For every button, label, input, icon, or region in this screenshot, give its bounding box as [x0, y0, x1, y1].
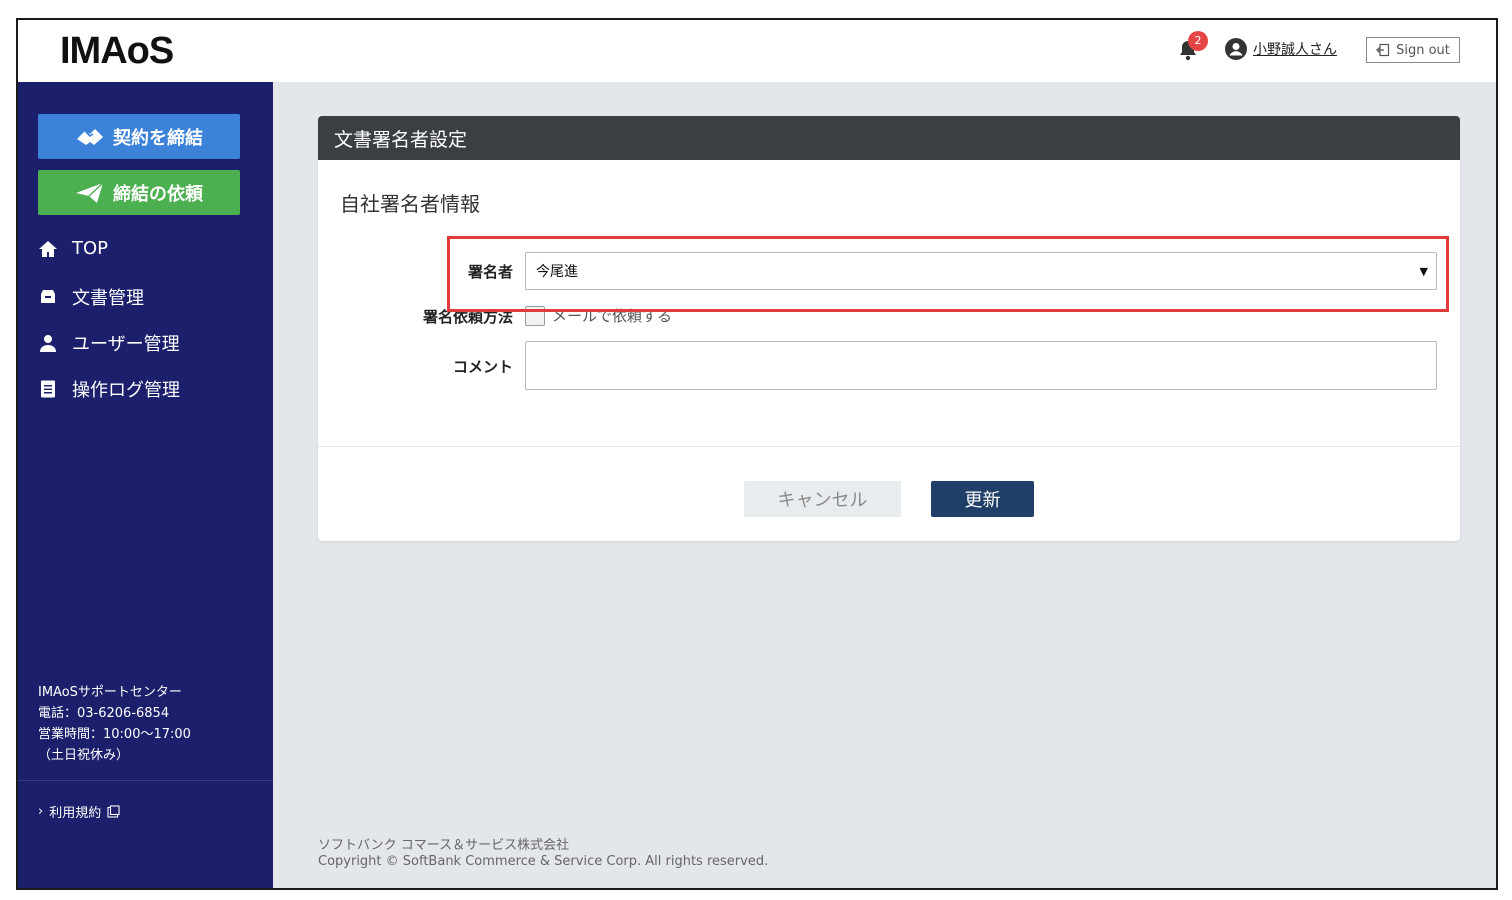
support-holiday: （土日祝休み） [38, 748, 130, 763]
sidebar-divider [18, 780, 273, 781]
external-link-icon [107, 805, 120, 818]
request-button[interactable]: 締結の依頼 [38, 170, 240, 215]
signout-label: Sign out [1396, 42, 1450, 58]
support-phone: 電話：03-6206-6854 [38, 706, 170, 721]
comment-label: コメント [452, 358, 513, 376]
signout-icon [1376, 43, 1390, 57]
card-header: 文書署名者設定 [318, 116, 1460, 160]
archive-icon [41, 290, 55, 303]
card-title: 文書署名者設定 [334, 128, 468, 151]
sidebar-item-label: TOP [72, 238, 109, 259]
terms-link[interactable]: › 利用規約 [38, 802, 120, 821]
sidebar-item-label: 文書管理 [72, 288, 144, 309]
sidebar-item-users[interactable]: ユーザー管理 [38, 330, 180, 356]
app-frame: IMAoS 2 小野誠人さん Sign out 契約を締結 締結の依頼 TOP … [16, 18, 1498, 890]
user-name-link[interactable]: 小野誠人さん [1253, 39, 1337, 59]
request-button-label: 締結の依頼 [113, 183, 203, 205]
user-icon [40, 335, 56, 352]
sidebar-item-top[interactable]: TOP [38, 238, 108, 259]
card-divider [318, 446, 1460, 447]
signer-settings-card: 文書署名者設定 自社署名者情報 署名者 今尾進 ▼ 署名依頼方法 メールで依頼す… [318, 116, 1460, 541]
sidebar-item-logs[interactable]: 操作ログ管理 [38, 376, 180, 402]
page-footer: ソフトバンク コマース＆サービス株式会社 Copyright © SoftBan… [318, 838, 768, 870]
footer-copyright: Copyright © SoftBank Commerce & Service … [318, 854, 769, 869]
sidebar-item-label: 操作ログ管理 [72, 380, 180, 401]
update-button[interactable]: 更新 [931, 481, 1034, 517]
footer-company: ソフトバンク コマース＆サービス株式会社 [318, 838, 570, 853]
home-icon [39, 240, 57, 257]
app-logo[interactable]: IMAoS [60, 30, 174, 73]
section-title: 自社署名者情報 [340, 192, 480, 216]
notification-badge: 2 [1188, 31, 1208, 51]
signout-button[interactable]: Sign out [1366, 37, 1460, 63]
sidebar-item-documents[interactable]: 文書管理 [38, 284, 144, 310]
sidebar: 契約を締結 締結の依頼 TOP 文書管理 ユーザー管理 操作ログ管理 IMAoS… [18, 82, 273, 888]
user-avatar-icon [1225, 38, 1247, 60]
highlight-box [447, 236, 1449, 312]
chevron-right-icon: › [38, 804, 44, 819]
support-hours: 営業時間：10:00〜17:00 [38, 727, 191, 742]
contract-button[interactable]: 契約を締結 [38, 114, 240, 159]
support-name: IMAoSサポートセンター [38, 685, 182, 700]
terms-label: 利用規約 [49, 806, 102, 821]
handshake-icon [77, 128, 103, 145]
comment-textarea[interactable] [525, 341, 1437, 390]
paper-plane-icon [76, 181, 104, 203]
sidebar-item-label: ユーザー管理 [72, 334, 180, 355]
support-info: IMAoSサポートセンター 電話：03-6206-6854 営業時間：10:00… [38, 682, 191, 766]
contract-button-label: 契約を締結 [113, 127, 203, 149]
document-icon [41, 380, 55, 398]
top-header: IMAoS 2 小野誠人さん Sign out [18, 20, 1496, 82]
user-menu[interactable]: 小野誠人さん [1225, 38, 1337, 60]
cancel-button[interactable]: キャンセル [744, 481, 901, 517]
